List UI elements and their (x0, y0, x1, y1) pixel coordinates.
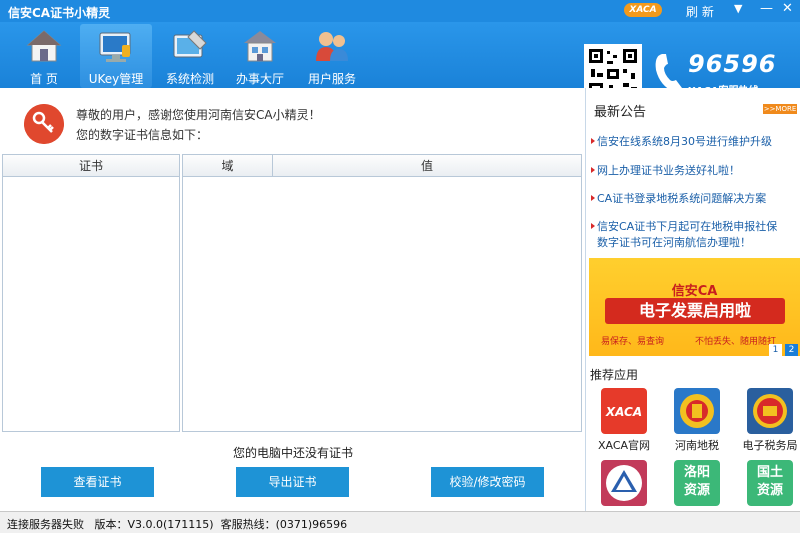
notice-title: 最新公告 (594, 105, 647, 120)
banner-brand: 信安CA (671, 284, 718, 299)
nav-service-hall-label: 办事大厅 (235, 72, 284, 86)
notice-item-text: 网上办理证书业务送好礼啦！ (597, 164, 740, 177)
svg-text:XACA: XACA (605, 405, 642, 419)
window-title: 信安CA证书小精灵 (8, 6, 111, 20)
title-bar[interactable]: 信安CA证书小精灵 XACA 刷 新 ▼ — ✕ (0, 0, 800, 22)
main-toolbar: 首 页 UKey管理 系统检测 办事大厅 用户服务 96596 (0, 22, 800, 102)
bullet-icon (591, 138, 595, 144)
cert-info-caption: 您的数字证书信息如下： (76, 128, 209, 142)
notice-item-text: CA证书登录地税系统问题解决方案 (597, 192, 767, 205)
notice-item-text: 信安CA证书下月起可在地税申报社保 (597, 220, 778, 233)
nav-ukey[interactable]: UKey管理 (80, 24, 152, 88)
verify-change-password-button[interactable]: 校验/修改密码 (431, 467, 544, 497)
key-icon (24, 104, 64, 144)
xaca-badge: XACA (624, 3, 662, 17)
notice-item[interactable]: 数字证书可在河南航信办理啦！ (597, 235, 799, 251)
nav-user-service[interactable]: 用户服务 (296, 24, 368, 88)
no-cert-message: 您的电脑中还没有证书 (232, 446, 353, 460)
main-panel: 尊敬的用户，感谢您使用河南信安CA小精灵！ 您的数字证书信息如下： 证书 域 值… (0, 88, 586, 511)
menu-dropdown-icon[interactable]: ▼ (734, 2, 742, 15)
right-panel: 最新公告 >>MORE 信安在线系统8月30号进行维护升级 网上办理证书业务送好… (587, 88, 800, 511)
minimize-button[interactable]: — (760, 1, 773, 16)
banner-headline: 电子发票启用啦 (605, 298, 785, 324)
tax-emblem-icon (680, 394, 714, 428)
app-luoyang-resources[interactable]: 洛阳 资源 (674, 460, 720, 506)
system-check-icon (173, 30, 207, 58)
nav-home[interactable]: 首 页 (8, 24, 80, 88)
app-land-resources[interactable]: 国土 资源 (747, 460, 793, 506)
nav-system-check-label: 系统检测 (165, 72, 214, 86)
notice-item[interactable]: 信安在线系统8月30号进行维护升级 (591, 134, 799, 150)
notice-item-text: 数字证书可在河南航信办理啦！ (597, 236, 751, 249)
more-link[interactable]: >>MORE (763, 104, 797, 114)
nav-service-hall[interactable]: 办事大厅 (224, 24, 296, 88)
cert-detail-table[interactable]: 域 值 (182, 154, 582, 432)
app-xaca-label: XACA官网 (597, 439, 651, 452)
status-text: 连接服务器失败 版本：V3.0.0(171115) 客服热线：(0371)965… (7, 518, 348, 531)
notice-item-text: 信安在线系统8月30号进行维护升级 (597, 135, 772, 148)
close-button[interactable]: ✕ (782, 1, 793, 16)
banner-feature: 不怕丢失、随用随打 (695, 337, 777, 347)
export-cert-button[interactable]: 导出证书 (236, 467, 349, 497)
house-icon (26, 30, 62, 62)
notice-item[interactable]: 网上办理证书业务送好礼啦！ (591, 163, 799, 179)
nav-ukey-label: UKey管理 (88, 72, 144, 86)
cert-list[interactable]: 证书 (2, 154, 180, 432)
cert-column-header[interactable]: 证书 (3, 155, 179, 177)
app-window: 信安CA证书小精灵 XACA 刷 新 ▼ — ✕ 首 页 UKey管理 系统检测… (0, 0, 800, 533)
app-henan-tax-label: 河南地税 (675, 439, 719, 452)
greeting-text: 尊敬的用户，感谢您使用河南信安CA小精灵！ (76, 108, 321, 122)
notice-item[interactable]: 信安CA证书下月起可在地税申报社保 (591, 219, 799, 235)
bullet-icon (591, 167, 595, 173)
shield-app-icon (606, 465, 642, 501)
view-cert-button[interactable]: 查看证书 (41, 467, 154, 497)
banner-page-1[interactable]: 1 (769, 344, 782, 356)
notice-item[interactable]: CA证书登录地税系统问题解决方案 (591, 191, 799, 207)
app-e-tax-bureau-label: 电子税务局 (742, 439, 798, 452)
national-emblem-icon (753, 394, 787, 428)
nav-user-service-label: 用户服务 (307, 72, 356, 86)
app-xaca[interactable]: XACA (601, 388, 647, 434)
nav-home-label: 首 页 (30, 72, 58, 86)
xaca-logo-icon: XACA (605, 405, 642, 419)
app-henan-tax[interactable] (674, 388, 720, 434)
users-icon (316, 32, 348, 61)
value-column-header[interactable]: 值 (273, 155, 581, 177)
ukey-monitor-icon (99, 32, 131, 62)
promo-banner[interactable]: 信安CA 电子发票启用啦 易保存、易查询 不怕丢失、随用随打 1 2 (589, 258, 800, 356)
nav-system-check[interactable]: 系统检测 (154, 24, 226, 88)
status-bar: 连接服务器失败 版本：V3.0.0(171115) 客服热线：(0371)965… (0, 511, 800, 533)
bullet-icon (591, 223, 595, 229)
banner-feature: 易保存、易查询 (601, 337, 665, 347)
field-column-header[interactable]: 域 (183, 155, 273, 177)
banner-page-2[interactable]: 2 (785, 344, 798, 356)
refresh-button[interactable]: 刷 新 (686, 3, 714, 20)
bullet-icon (591, 195, 595, 201)
app-shield[interactable] (601, 460, 647, 506)
recommend-title: 推荐应用 (590, 368, 639, 382)
app-e-tax-bureau[interactable] (747, 388, 793, 434)
hall-icon (244, 31, 276, 62)
hotline-number: 96596 (688, 50, 777, 78)
